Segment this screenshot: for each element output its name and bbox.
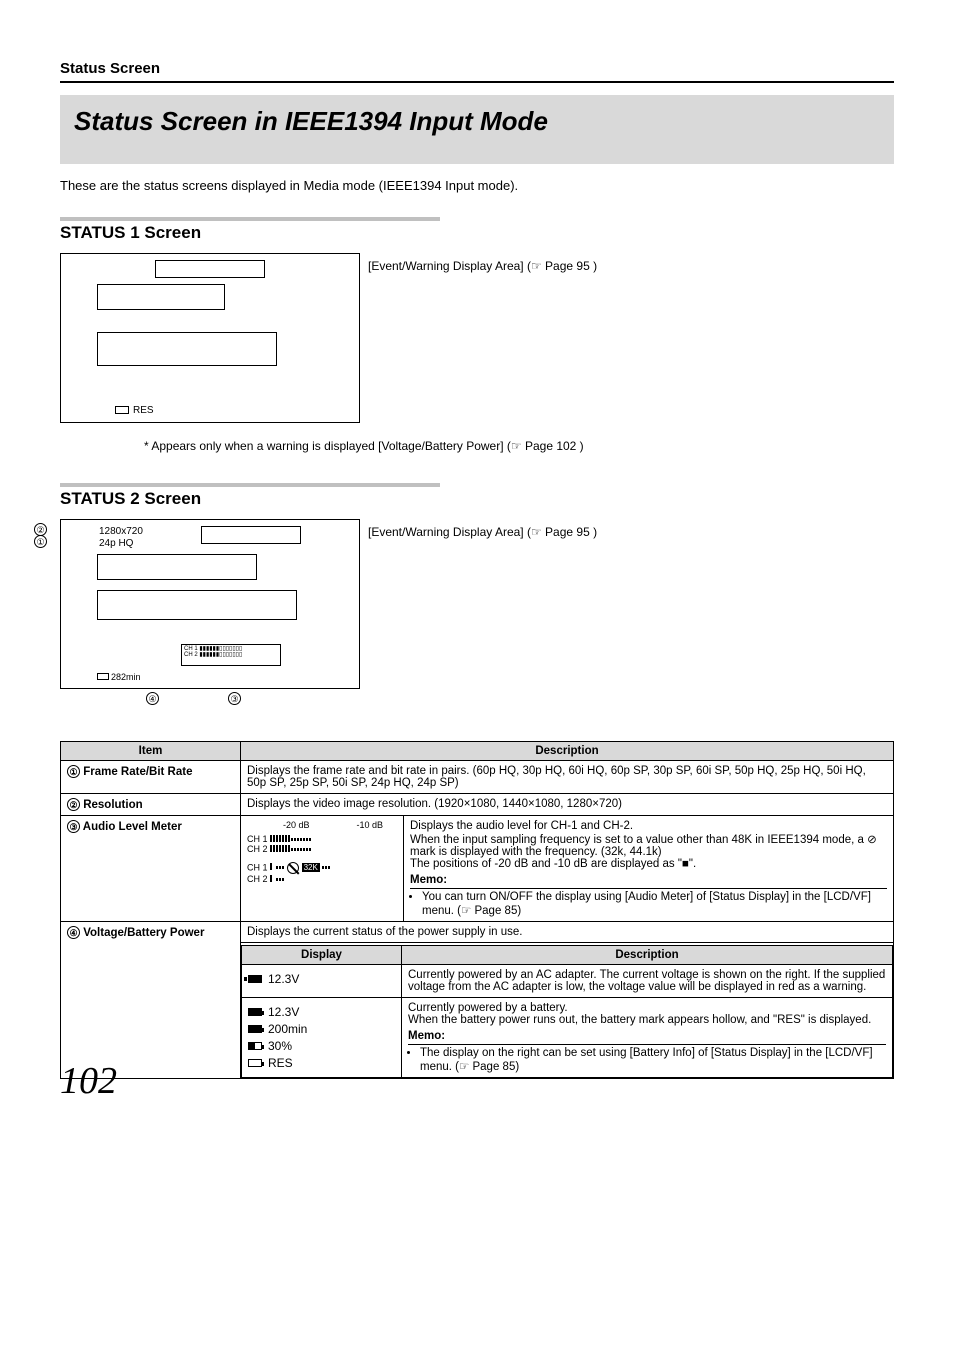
row3-desc: Displays the audio level for CH-1 and CH…: [410, 820, 887, 870]
voltage-batt: 12.3V: [268, 1005, 299, 1019]
battery-full-icon: [248, 1025, 262, 1033]
row1-item: Frame Rate/Bit Rate: [83, 766, 192, 778]
marker-1: ①: [34, 535, 47, 548]
ch1-label: CH 1: [247, 834, 268, 844]
desc-head: Description: [402, 945, 893, 964]
marker-4: ④: [146, 692, 159, 705]
row2-desc: Displays the video image resolution. (19…: [241, 793, 894, 815]
time-batt: 200min: [268, 1022, 307, 1036]
section-header: Status Screen: [60, 60, 894, 77]
memo-label: Memo:: [408, 1030, 445, 1042]
pct-batt: 30%: [268, 1039, 292, 1053]
row2-item: Resolution: [83, 799, 142, 811]
row1-desc: Displays the frame rate and bit rate in …: [241, 760, 894, 793]
32k-box: 32K: [302, 863, 320, 872]
status2-screen-diagram: 1280x720 24p HQ CH 1 ▮▮▮▮▮▮▯▯▯▯▯▯▯CH 2 ▮…: [60, 519, 360, 689]
marker-2: ②: [67, 798, 80, 811]
col-description: Description: [241, 741, 894, 760]
ch1-label: CH 1: [247, 862, 268, 872]
neg20-label: -20 dB: [283, 820, 310, 830]
framerate-label: 24p HQ: [99, 538, 133, 549]
row4-memo: The display on the right can be set usin…: [420, 1047, 886, 1073]
neg10-label: -10 dB: [356, 820, 383, 830]
row4-item: Voltage/Battery Power: [83, 927, 204, 939]
divider: [60, 217, 440, 221]
memo-label: Memo:: [410, 874, 447, 886]
row4-lead: Displays the current status of the power…: [241, 921, 894, 942]
marker-1: ①: [67, 765, 80, 778]
ch2-label: CH 2: [247, 844, 268, 854]
status1-footnote: * Appears only when a warning is display…: [144, 439, 894, 453]
battery-half-icon: [248, 1042, 262, 1050]
status1-heading: STATUS 1 Screen: [60, 223, 894, 243]
res-batt: RES: [268, 1056, 293, 1070]
row3-item: Audio Level Meter: [83, 821, 182, 833]
row3-memo: You can turn ON/OFF the display using [A…: [422, 891, 887, 917]
voltage-ac: 12.3V: [268, 972, 299, 986]
battery-icon: [97, 673, 109, 680]
resolution-label: 1280x720: [99, 526, 143, 537]
main-title: Status Screen in IEEE1394 Input Mode: [74, 105, 880, 138]
batt-desc: Currently powered by a battery. When the…: [408, 1002, 886, 1026]
main-title-block: Status Screen in IEEE1394 Input Mode: [60, 95, 894, 164]
col-item: Item: [61, 741, 241, 760]
header-rule: [60, 81, 894, 83]
marker-3: ③: [67, 820, 80, 833]
status1-screen-diagram: RES: [60, 253, 360, 423]
status2-heading: STATUS 2 Screen: [60, 489, 894, 509]
divider: [60, 483, 440, 487]
ac-desc: Currently powered by an AC adapter. The …: [402, 964, 893, 997]
remain-label: 282min: [111, 672, 141, 682]
res-label: RES: [133, 405, 154, 416]
battery-full-icon: [248, 1008, 262, 1016]
lead-text: These are the status screens displayed i…: [60, 178, 894, 193]
marker-2: ②: [34, 523, 47, 536]
battery-empty-icon: [248, 1059, 262, 1067]
status1-callout: [Event/Warning Display Area] (☞ Page 95 …: [368, 259, 597, 273]
plug-icon: [248, 975, 262, 983]
voltage-battery-table: Display Description 12.3V Currently powe…: [241, 945, 893, 1078]
status2-callout: [Event/Warning Display Area] (☞ Page 95 …: [368, 525, 597, 539]
page-number: 102: [60, 1059, 117, 1103]
ch2-label: CH 2: [247, 874, 268, 884]
description-table: Item Description ① Frame Rate/Bit Rate D…: [60, 741, 894, 1079]
battery-icon: [115, 406, 129, 414]
display-head: Display: [242, 945, 402, 964]
audio-meter-diagram: -20 dB -10 dB CH 1 CH 2 CH 1 32K CH 2: [247, 820, 397, 892]
marker-3: ③: [228, 692, 241, 705]
marker-4: ④: [67, 926, 80, 939]
